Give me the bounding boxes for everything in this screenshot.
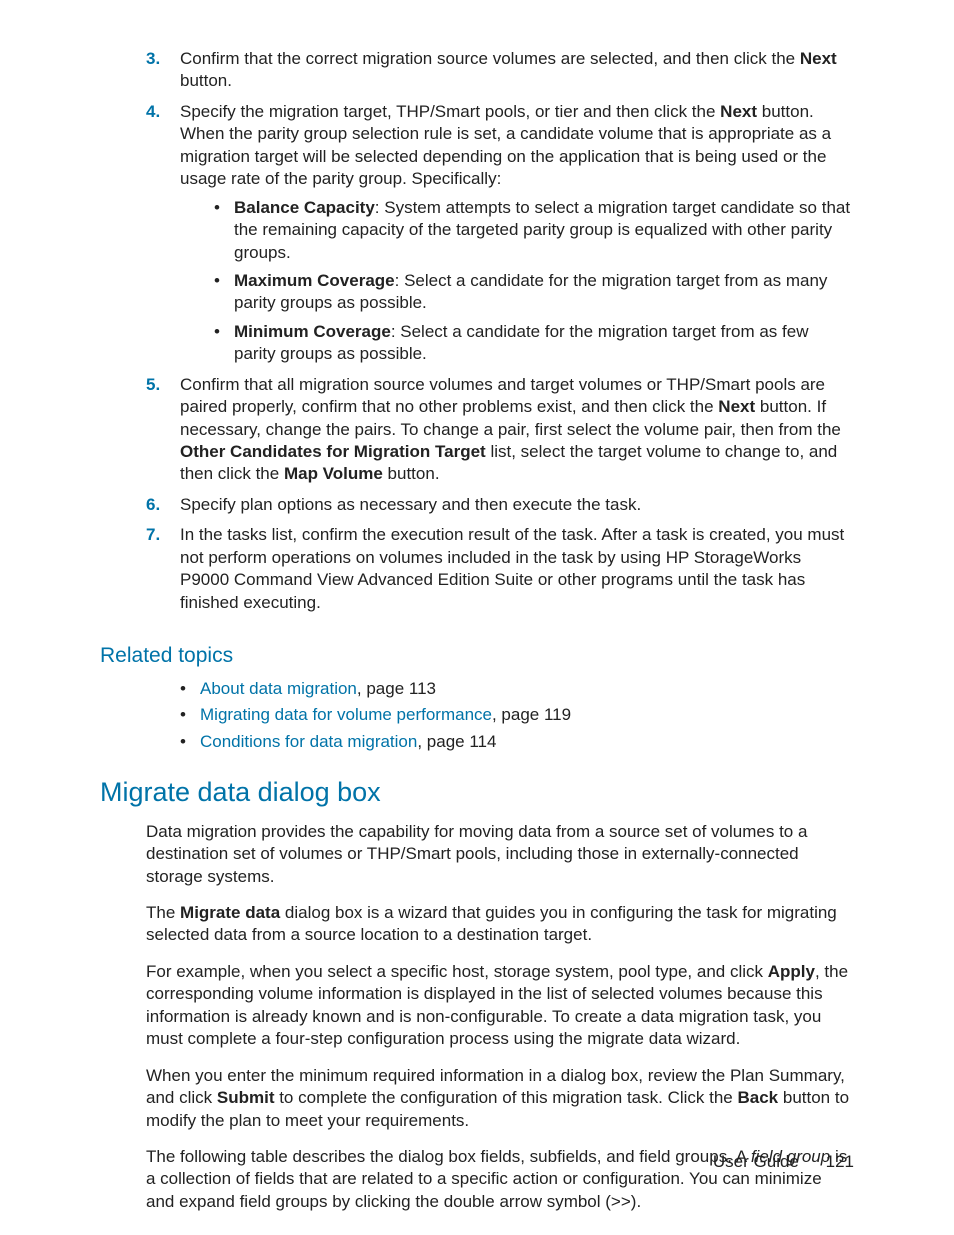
- related-item: Migrating data for volume performance, p…: [180, 704, 854, 726]
- related-topics-heading: Related topics: [100, 642, 854, 670]
- step-number: 5.: [146, 374, 160, 396]
- bold-back: Back: [738, 1088, 779, 1107]
- section-paragraph: For example, when you select a specific …: [146, 961, 854, 1051]
- section-heading-migrate-data: Migrate data dialog box: [100, 775, 854, 811]
- bullet-label: Balance Capacity: [234, 198, 375, 217]
- related-link-conditions[interactable]: Conditions for data migration: [200, 732, 417, 751]
- step-text: button.: [180, 71, 232, 90]
- step-text: button.: [383, 464, 440, 483]
- related-suffix: , page 113: [357, 679, 436, 698]
- bullet-maximum-coverage: Maximum Coverage: Select a candidate for…: [214, 270, 854, 315]
- related-item: About data migration, page 113: [180, 678, 854, 700]
- para-text: to complete the configuration of this mi…: [274, 1088, 737, 1107]
- related-item: Conditions for data migration, page 114: [180, 731, 854, 753]
- para-text: The: [146, 903, 180, 922]
- page-footer: User Guide 121: [713, 1151, 854, 1173]
- section-paragraph: The Migrate data dialog box is a wizard …: [146, 902, 854, 947]
- step-5: 5. Confirm that all migration source vol…: [146, 374, 854, 486]
- bullet-label: Maximum Coverage: [234, 271, 395, 290]
- para-text: For example, when you select a specific …: [146, 962, 768, 981]
- bullet-minimum-coverage: Minimum Coverage: Select a candidate for…: [214, 321, 854, 366]
- document-page: 3. Confirm that the correct migration so…: [0, 0, 954, 1235]
- step-6: 6. Specify plan options as necessary and…: [146, 494, 854, 516]
- step-text: In the tasks list, confirm the execution…: [180, 525, 844, 611]
- section-paragraph: When you enter the minimum required info…: [146, 1065, 854, 1132]
- bold-next: Next: [800, 49, 837, 68]
- related-suffix: , page 119: [492, 705, 571, 724]
- bold-next: Next: [720, 102, 757, 121]
- related-link-migrating-data[interactable]: Migrating data for volume performance: [200, 705, 492, 724]
- step-number: 7.: [146, 524, 160, 546]
- bullet-balance-capacity: Balance Capacity: System attempts to sel…: [214, 197, 854, 264]
- step-4-sublist: Balance Capacity: System attempts to sel…: [180, 197, 854, 366]
- step-text: Specify the migration target, THP/Smart …: [180, 102, 720, 121]
- para-text: The following table describes the dialog…: [146, 1147, 751, 1166]
- step-3: 3. Confirm that the correct migration so…: [146, 48, 854, 93]
- related-suffix: , page 114: [417, 732, 496, 751]
- related-link-about-data-migration[interactable]: About data migration: [200, 679, 357, 698]
- step-7: 7. In the tasks list, confirm the execut…: [146, 524, 854, 614]
- footer-label: User Guide: [713, 1152, 799, 1171]
- page-number: 121: [826, 1151, 854, 1173]
- step-4: 4. Specify the migration target, THP/Sma…: [146, 101, 854, 366]
- bold-next: Next: [718, 397, 755, 416]
- bold-migrate-data: Migrate data: [180, 903, 280, 922]
- bold-map-volume: Map Volume: [284, 464, 383, 483]
- step-text: Confirm that the correct migration sourc…: [180, 49, 800, 68]
- bold-apply: Apply: [768, 962, 815, 981]
- section-paragraph: Data migration provides the capability f…: [146, 821, 854, 888]
- step-number: 6.: [146, 494, 160, 516]
- numbered-steps: 3. Confirm that the correct migration so…: [100, 48, 854, 614]
- bold-other-candidates: Other Candidates for Migration Target: [180, 442, 486, 461]
- step-number: 3.: [146, 48, 160, 70]
- step-text: Specify plan options as necessary and th…: [180, 495, 641, 514]
- bold-submit: Submit: [217, 1088, 275, 1107]
- related-topics-list: About data migration, page 113 Migrating…: [100, 678, 854, 753]
- bullet-label: Minimum Coverage: [234, 322, 391, 341]
- step-number: 4.: [146, 101, 160, 123]
